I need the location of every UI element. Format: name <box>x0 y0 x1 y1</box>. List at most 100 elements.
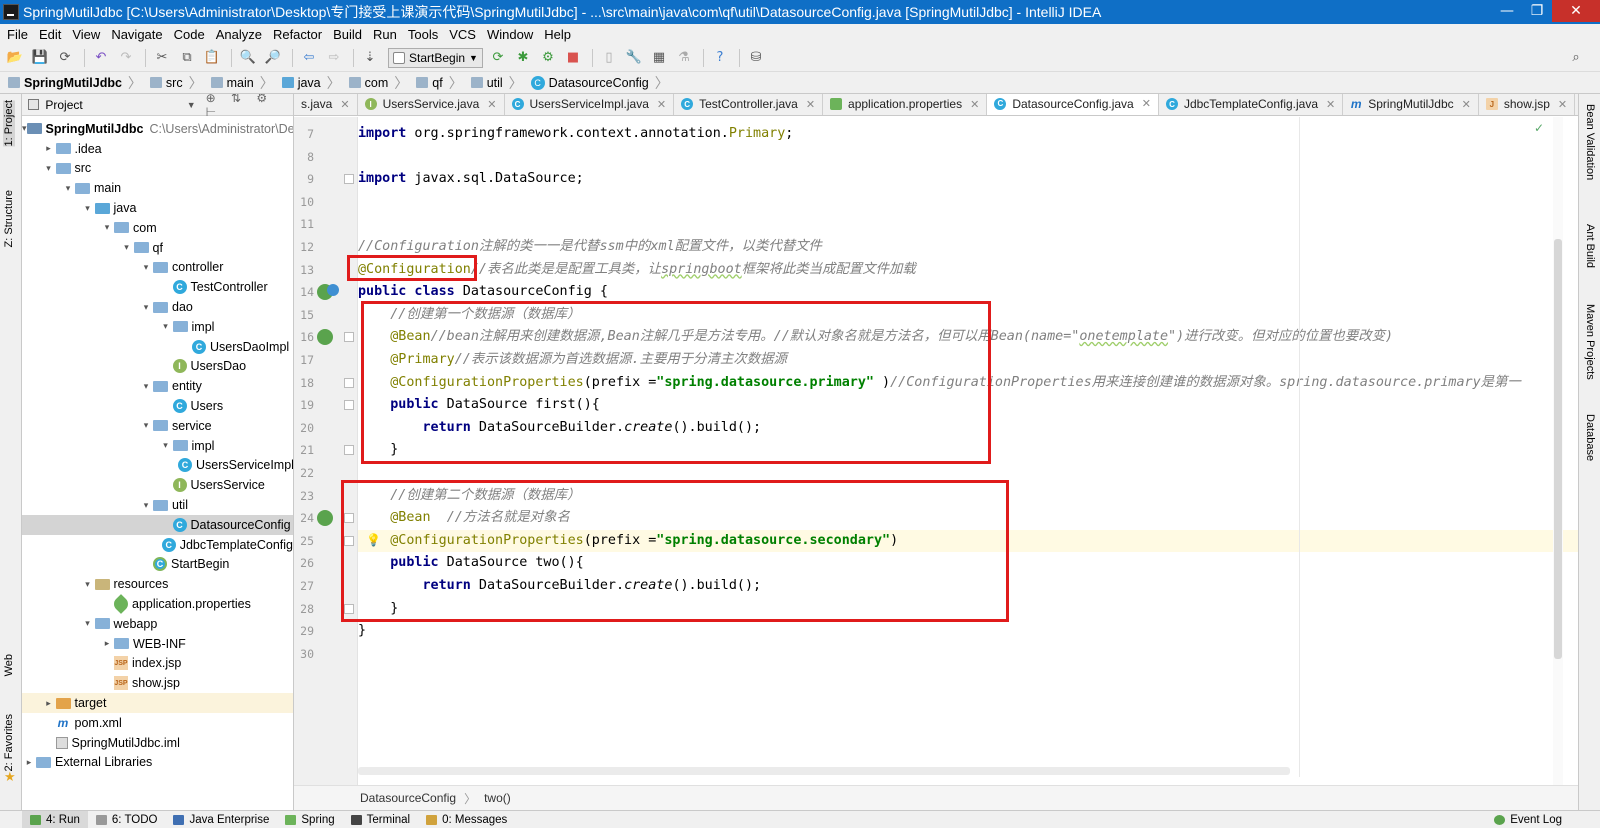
tree-item[interactable]: I UsersService <box>22 475 293 495</box>
code-line[interactable]: public class DatasourceConfig { <box>358 281 1578 304</box>
tree-item[interactable]: ▾ qf <box>22 238 293 258</box>
menu-file[interactable]: File <box>2 27 34 42</box>
tool-tab-ant-build[interactable]: Ant Build <box>1584 224 1596 268</box>
paste-icon[interactable]: 📋 <box>201 47 223 69</box>
tree-item[interactable]: ▾ main <box>22 178 293 198</box>
vcs-icon[interactable]: ⛁ <box>745 47 767 69</box>
close-icon[interactable]: ✕ <box>806 98 815 111</box>
vertical-scrollbar[interactable] <box>1553 117 1563 785</box>
breadcrumb-java[interactable]: java 〉 <box>281 73 347 93</box>
tree-item[interactable]: ▾ webapp <box>22 614 293 634</box>
chevron-down-icon[interactable]: ▾ <box>100 222 114 233</box>
close-icon[interactable]: ✕ <box>1142 97 1151 110</box>
tool-tab-web[interactable]: Web <box>3 654 15 676</box>
redo-icon[interactable]: ↷ <box>115 47 137 69</box>
tree-item[interactable]: JSP index.jsp <box>22 654 293 674</box>
chevron-down-icon[interactable]: ▾ <box>120 242 134 253</box>
editor-tab[interactable]: C DatasourceConfig.java ✕ <box>987 94 1159 115</box>
forward-icon[interactable]: ⇨ <box>323 47 345 69</box>
settings-icon[interactable]: 🔧 <box>623 47 645 69</box>
editor-tab[interactable]: s.java ✕ <box>294 94 358 115</box>
minimize-button[interactable]: — <box>1492 0 1522 22</box>
menu-run[interactable]: Run <box>368 27 403 42</box>
tree-item[interactable]: ▸ target <box>22 693 293 713</box>
editor-tab[interactable]: m SpringMutilJdbc ✕ <box>1343 94 1479 115</box>
tree-item[interactable]: ▾ service <box>22 416 293 436</box>
chevron-down-icon[interactable]: ▾ <box>81 618 95 629</box>
code-line[interactable]: //创建第二个数据源（数据库） <box>358 485 1578 508</box>
undo-icon[interactable]: ↶ <box>90 47 112 69</box>
chevron-down-icon[interactable]: ▾ <box>139 381 153 392</box>
tool-tab-java-enterprise[interactable]: Java Enterprise <box>165 811 277 828</box>
editor-tab[interactable]: Jshow.jsp ✕ <box>1479 94 1576 115</box>
close-icon[interactable]: ✕ <box>340 98 349 111</box>
tool-tab-bean-validation[interactable]: Bean Validation <box>1584 104 1596 180</box>
editor-breadcrumb-class[interactable]: DatasourceConfig <box>360 791 456 805</box>
editor-tab[interactable]: application.properties ✕ <box>823 94 988 115</box>
menu-edit[interactable]: Edit <box>34 27 67 42</box>
coverage-icon[interactable]: ⚙ <box>537 47 559 69</box>
code-line[interactable]: @Primary//表示该数据源为首选数据源.主要用于分清主次数据源 <box>358 349 1578 372</box>
code-line[interactable]: return DataSourceBuilder.create().build(… <box>358 575 1578 598</box>
maximize-button[interactable]: ❐ <box>1522 0 1552 22</box>
code-line[interactable]: //Configuration注解的类一一是代替ssm中的xml配置文件，以类代… <box>358 236 1578 259</box>
tool-tab-todo[interactable]: 6: TODO <box>88 811 166 828</box>
run-icon[interactable]: ⟳ <box>487 47 509 69</box>
menu-vcs[interactable]: VCS <box>444 27 482 42</box>
copy-icon[interactable]: ⧉ <box>176 47 198 69</box>
editor-breadcrumb-method[interactable]: two() <box>484 791 511 805</box>
tree-item[interactable]: ▾ impl <box>22 317 293 337</box>
chevron-down-icon[interactable]: ▾ <box>61 183 75 194</box>
menu-build[interactable]: Build <box>328 27 368 42</box>
tree-item[interactable]: ▾ impl <box>22 436 293 456</box>
tree-item[interactable]: m pom.xml <box>22 713 293 733</box>
tree-item[interactable]: ▾ dao <box>22 297 293 317</box>
tree-item[interactable]: ▸ .idea <box>22 139 293 159</box>
save-icon[interactable]: 💾 <box>29 47 51 69</box>
chevron-right-icon[interactable]: ▸ <box>22 757 36 768</box>
tool-tab-messages[interactable]: 0: Messages <box>418 811 515 828</box>
breadcrumb-project[interactable]: SpringMutilJdbc 〉 <box>8 73 148 93</box>
chevron-down-icon[interactable]: ▾ <box>159 440 173 451</box>
breadcrumb-src[interactable]: src 〉 <box>149 73 209 93</box>
tree-item[interactable]: ▾ resources <box>22 574 293 594</box>
tree-item[interactable]: ▾ SpringMutilJdbc C:\Users\Administrator\D… <box>22 119 293 139</box>
editor-tab[interactable]: C TestController.java ✕ <box>674 94 824 115</box>
tool-tab-database[interactable]: Database <box>1584 414 1596 461</box>
close-icon[interactable]: ✕ <box>1326 98 1335 111</box>
code-line[interactable]: @Bean //方法名就是对象名 <box>358 507 1578 530</box>
tool-tab-spring[interactable]: Spring <box>277 811 342 828</box>
tool-tab-structure[interactable]: Z: Structure <box>3 190 15 247</box>
search-everywhere-icon[interactable]: ⌕ <box>1565 47 1587 69</box>
help-icon[interactable]: ? <box>709 47 731 69</box>
code-line[interactable]: @ConfigurationProperties(prefix ="spring… <box>358 372 1578 395</box>
tree-item[interactable]: C UsersDaoImpl <box>22 337 293 357</box>
code-editor[interactable]: 7 8 9 10 11 12 13 14 15 16 17 18 19 20 21 22 23 24 25 26 27 2… <box>294 117 1578 785</box>
tool-tab-maven-projects[interactable]: Maven Projects <box>1584 304 1596 380</box>
stop-icon[interactable]: ■ <box>562 47 584 69</box>
code-line[interactable] <box>358 643 1578 666</box>
code-line[interactable]: return DataSourceBuilder.create().build(… <box>358 417 1578 440</box>
code-line[interactable]: } <box>358 598 1578 621</box>
structure-icon[interactable]: ▯ <box>598 47 620 69</box>
code-line[interactable] <box>358 146 1578 169</box>
chevron-right-icon[interactable]: ▸ <box>100 638 114 649</box>
close-icon[interactable]: ✕ <box>657 98 666 111</box>
class-gutter-icon[interactable] <box>327 284 339 297</box>
close-icon[interactable]: ✕ <box>1462 98 1471 111</box>
code-area[interactable]: import org.springframework.context.annot… <box>358 117 1578 767</box>
tool-tab-run[interactable]: 4: Run <box>22 810 88 828</box>
tree-item[interactable]: I UsersDao <box>22 357 293 377</box>
code-line[interactable] <box>358 191 1578 214</box>
code-line[interactable] <box>358 213 1578 236</box>
breadcrumb-class[interactable]: C DatasourceConfig 〉 <box>530 73 675 93</box>
breadcrumb-com[interactable]: com 〉 <box>348 73 415 93</box>
tool-tab-terminal[interactable]: Terminal <box>343 811 418 828</box>
menu-tools[interactable]: Tools <box>403 27 444 42</box>
chevron-down-icon[interactable]: ▾ <box>139 302 153 313</box>
spring-bean-gutter-icon[interactable] <box>317 329 333 346</box>
chevron-down-icon[interactable]: ▾ <box>139 420 153 431</box>
lightbulb-icon[interactable]: 💡 <box>366 533 381 547</box>
chevron-down-icon[interactable]: ▾ <box>81 579 95 590</box>
tree-item[interactable]: C Users <box>22 396 293 416</box>
